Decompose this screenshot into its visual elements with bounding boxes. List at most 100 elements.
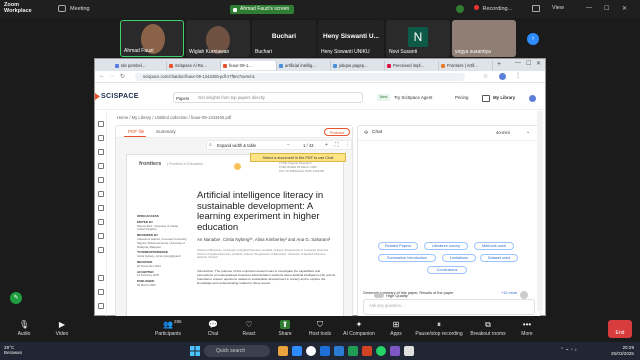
bookmark-star-icon[interactable]: ☆ xyxy=(483,73,488,80)
tab-pdf-file[interactable]: PDF file xyxy=(128,129,144,134)
more-suggestions-link[interactable]: +12 more xyxy=(501,291,517,295)
ai-companion-button[interactable]: ✦ AI Companion xyxy=(338,316,380,337)
zoom-out-icon[interactable]: − xyxy=(287,142,290,148)
next-participants-button[interactable]: › xyxy=(527,33,539,45)
browser-menu-icon[interactable]: ⋮ xyxy=(515,72,521,79)
more-button[interactable]: ••• More xyxy=(516,316,538,337)
scispace-logo[interactable]: SCISPACE xyxy=(101,93,139,100)
suggestion-chip[interactable]: Limitations xyxy=(442,254,476,262)
maximize-icon[interactable]: ☐ xyxy=(604,5,609,12)
participant-tile-3[interactable]: Buchari Buchari xyxy=(252,20,316,57)
new-tab-icon[interactable]: + xyxy=(497,61,501,68)
excel-icon[interactable] xyxy=(348,346,358,356)
whatsapp-icon[interactable] xyxy=(376,346,386,356)
recording-status[interactable]: Recording... xyxy=(474,5,512,12)
windows-start-icon[interactable] xyxy=(190,346,200,356)
participant-tile-5[interactable]: N Novi Susanti xyxy=(386,20,450,57)
minimize-icon[interactable]: — xyxy=(586,5,592,11)
high-quality-toggle[interactable] xyxy=(374,293,384,298)
browser-tab[interactable]: Ide pembel... xyxy=(113,61,167,70)
tab-summary[interactable]: Summary xyxy=(156,129,176,134)
more-icon[interactable]: ⋮ xyxy=(345,142,350,148)
search-icon[interactable]: ⌕ xyxy=(209,142,212,148)
react-button[interactable]: ♡ React xyxy=(236,316,262,337)
end-meeting-button[interactable]: End xyxy=(608,320,632,338)
chat-button[interactable]: 💬 Chat xyxy=(200,316,226,337)
chat-icon[interactable] xyxy=(98,135,104,141)
pricing-link[interactable]: Pricing xyxy=(455,95,468,100)
settings-icon[interactable] xyxy=(98,289,104,295)
host-tools-button[interactable]: ⛉ Host tools xyxy=(304,316,336,337)
app-icon[interactable] xyxy=(404,346,414,356)
chrome-icon[interactable] xyxy=(306,346,316,356)
chat-input-box[interactable]: Ask any question... xyxy=(363,299,535,315)
pause-stop-recording-button[interactable]: ⏸ Pause/stop recording xyxy=(412,316,466,337)
participant-tile-6[interactable]: yogya susantiya xyxy=(452,20,516,57)
file-explorer-icon[interactable] xyxy=(278,346,288,356)
browser-tab[interactable]: Scispace Al Re... xyxy=(167,61,221,70)
search-scope-select[interactable]: Papers xyxy=(176,94,189,104)
video-button[interactable]: ▶ Video xyxy=(48,316,76,337)
chevron-down-icon[interactable]: ⌄ xyxy=(526,129,530,135)
zoom-app-icon[interactable] xyxy=(292,346,302,356)
browser-maximize-icon[interactable]: ☐ xyxy=(526,60,531,67)
page-indicator[interactable]: 1 / 43 xyxy=(303,143,313,148)
user-avatar[interactable] xyxy=(529,95,536,102)
participant-tile-1[interactable]: Ahmad Fauzi xyxy=(120,20,184,57)
send-icon[interactable] xyxy=(520,291,528,299)
cite-icon[interactable] xyxy=(98,205,104,211)
suggestion-chip[interactable]: Related Papers xyxy=(378,242,418,250)
share-button[interactable]: ⬆ Share xyxy=(272,316,298,337)
participant-tile-2[interactable]: Wiglah Kurniawan xyxy=(186,20,250,57)
reload-icon[interactable]: ↻ xyxy=(120,73,125,80)
suggestion-chip[interactable]: Summarize Introduction xyxy=(378,254,436,262)
view-grid-icon[interactable] xyxy=(532,5,540,12)
browser-tab[interactable]: Perceived impl... xyxy=(385,61,439,70)
browser-tab[interactable]: Frontiers | Artif... xyxy=(439,61,493,70)
home-icon[interactable] xyxy=(98,121,104,127)
help-icon[interactable] xyxy=(98,275,104,281)
library-icon[interactable] xyxy=(98,149,104,155)
suggestion-chip[interactable]: Conclusions xyxy=(427,266,467,274)
flow-icon[interactable] xyxy=(98,247,104,253)
chat-input[interactable]: Ask any question... xyxy=(369,303,404,308)
apps-button[interactable]: ⊞ Apps xyxy=(384,316,408,337)
pdf-page[interactable]: frontiers | Frontiers in Education TYPE … xyxy=(126,154,344,318)
expand-width-button[interactable]: Expand width & table xyxy=(217,143,256,148)
browser-close-icon[interactable]: ✕ xyxy=(536,60,541,67)
zoom-in-icon[interactable]: + xyxy=(325,142,328,148)
extension-icon[interactable] xyxy=(98,219,104,225)
view-menu[interactable]: View xyxy=(552,5,564,11)
taskbar-search-input[interactable]: Quick search xyxy=(204,345,270,357)
powerpoint-icon[interactable] xyxy=(362,346,372,356)
page-scrollbar[interactable] xyxy=(537,111,543,311)
back-icon[interactable]: ← xyxy=(99,73,105,79)
security-shield-icon[interactable] xyxy=(456,5,464,13)
document-icon[interactable] xyxy=(98,163,104,169)
taskbar-clock[interactable]: 20:29 25/03/2025 xyxy=(604,345,634,356)
search-input[interactable]: Papers Get insights from top papers dire… xyxy=(173,92,363,103)
weather-widget[interactable]: 29°C Berawan xyxy=(4,345,22,355)
browser-tab[interactable]: artificial intellig... xyxy=(277,61,331,70)
try-agent-button[interactable]: Try SciSpace Agent xyxy=(394,95,432,100)
word-icon[interactable] xyxy=(334,346,344,356)
breakout-rooms-button[interactable]: ⧉ Breakout rooms xyxy=(466,316,510,337)
podcast-button[interactable]: Podcast xyxy=(324,128,350,136)
meeting-menu[interactable]: Meeting xyxy=(70,6,90,12)
table-icon[interactable] xyxy=(98,233,104,239)
my-library-button[interactable]: My Library xyxy=(493,95,515,100)
browser-tab[interactable]: jvbqoe.pagep... xyxy=(331,61,385,70)
audio-button[interactable]: 🎙 Audio xyxy=(10,316,38,337)
annotate-pencil-icon[interactable]: ✎ xyxy=(10,292,22,304)
fullscreen-icon[interactable]: ⛶ xyxy=(335,142,339,148)
browser-tab-active[interactable]: feaur-09-1... xyxy=(221,61,277,70)
suggestion-chip[interactable]: Dataset used xyxy=(480,254,518,262)
forward-icon[interactable]: → xyxy=(109,73,115,79)
browser-minimize-icon[interactable]: — xyxy=(515,60,521,66)
search-icon[interactable] xyxy=(98,191,104,197)
shared-screen-indicator[interactable]: Ahmad Fauzi's screen xyxy=(230,5,294,14)
profile-icon[interactable] xyxy=(98,303,104,309)
model-select[interactable]: 4o-mini xyxy=(496,130,510,135)
suggestion-chip[interactable]: Literature survey xyxy=(424,242,468,250)
close-icon[interactable]: ✕ xyxy=(622,5,627,12)
